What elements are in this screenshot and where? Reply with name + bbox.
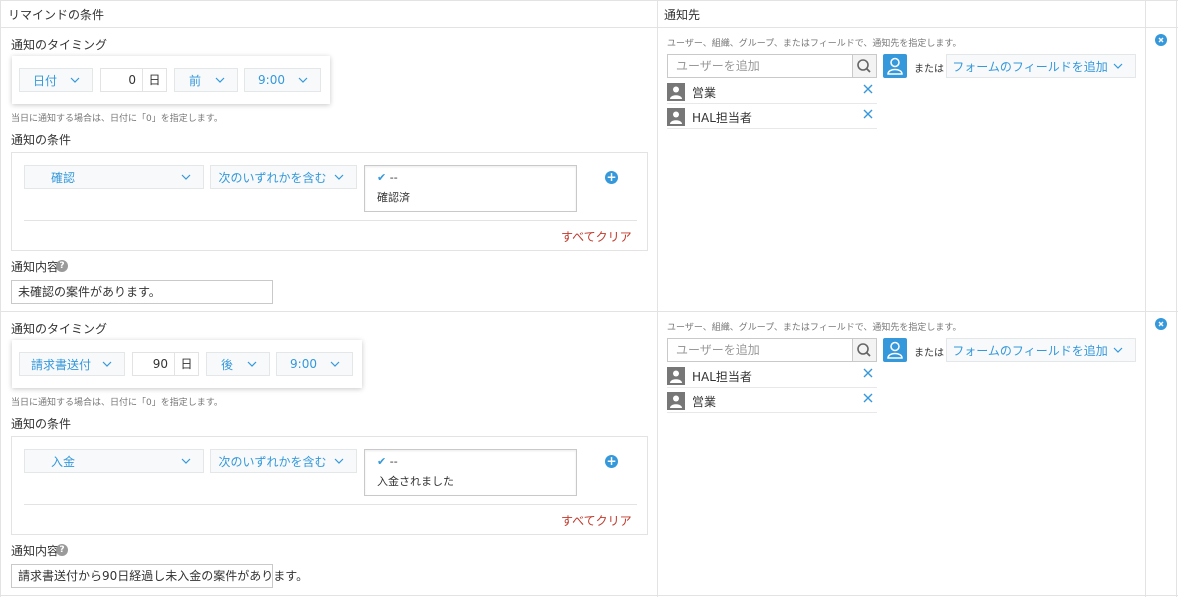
days-unit: 日	[174, 353, 198, 375]
condition-field-select[interactable]: 確認	[24, 165, 204, 189]
condition-operator-select[interactable]: 次のいずれかを含む	[210, 449, 357, 473]
timing-hint: 当日に通知する場合は、日付に「0」を指定します。	[11, 114, 223, 124]
close-icon[interactable]	[863, 393, 873, 403]
clear-all-link[interactable]: すべてクリア	[561, 512, 632, 529]
condition-label: 通知の条件	[11, 133, 72, 147]
chevron-down-icon	[102, 361, 112, 367]
recipient-item: HAL担当者	[667, 364, 877, 388]
condition-field-select[interactable]: 入金	[24, 449, 204, 473]
date-field-select[interactable]: 請求書送付	[19, 352, 125, 376]
close-icon[interactable]	[863, 368, 873, 378]
recipient-name: 営業	[692, 395, 717, 409]
chevron-down-icon	[1113, 347, 1123, 353]
reminder-row-2: 通知のタイミング 請求書送付 90 日 後 9:00 当日に通知する場合は、日付…	[0, 312, 1178, 595]
date-field-select[interactable]: 日付	[19, 68, 93, 92]
user-avatar-icon	[670, 111, 682, 124]
condition-option[interactable]: ✔ --	[377, 171, 398, 184]
relation-select[interactable]: 前	[174, 68, 238, 92]
message-input[interactable]: 請求書送付から90日経過し未入金の案件があります。	[11, 564, 308, 588]
days-input[interactable]: 0 日	[100, 68, 167, 92]
chevron-down-icon	[1113, 63, 1123, 69]
user-avatar-icon	[670, 395, 682, 408]
relation-select[interactable]: 後	[206, 352, 270, 376]
delete-circle-icon	[1158, 321, 1164, 327]
chevron-down-icon	[334, 458, 344, 464]
recipients-column-header: 通知先	[664, 8, 701, 22]
condition-label: 通知の条件	[11, 417, 72, 431]
chevron-down-icon	[247, 361, 257, 367]
timing-box: 請求書送付 90 日 後 9:00	[12, 340, 362, 388]
chevron-down-icon	[215, 77, 225, 83]
recipient-item: 営業	[667, 389, 877, 413]
user-search-input[interactable]: ユーザーを追加	[667, 54, 853, 78]
condition-values-list[interactable]: ✔ -- 入金されました	[364, 449, 577, 496]
chevron-down-icon	[70, 77, 80, 83]
user-avatar-icon	[670, 86, 682, 99]
user-avatar-icon	[670, 370, 682, 383]
check-icon: ✔	[377, 171, 387, 184]
condition-operator-select[interactable]: 次のいずれかを含む	[210, 165, 357, 189]
user-icon	[887, 57, 903, 75]
delete-row-button[interactable]	[1155, 318, 1167, 330]
search-icon	[857, 59, 871, 73]
condition-box: 入金 次のいずれかを含む ✔ -- 入金されました + すべてクリア	[11, 436, 648, 535]
search-button[interactable]	[853, 54, 877, 78]
recipients-hint: ユーザー、組織、グループ、またはフィールドで、通知先を指定します。	[667, 39, 962, 49]
conditions-column-header: リマインドの条件	[8, 8, 105, 22]
days-unit: 日	[142, 69, 166, 91]
search-button[interactable]	[853, 338, 877, 362]
timing-hint: 当日に通知する場合は、日付に「0」を指定します。	[11, 398, 223, 408]
chevron-down-icon	[181, 458, 191, 464]
or-text: または	[914, 348, 944, 359]
user-icon	[887, 341, 903, 359]
or-text: または	[914, 64, 944, 75]
clear-all-link[interactable]: すべてクリア	[561, 228, 632, 245]
add-condition-button[interactable]: +	[605, 455, 618, 468]
timing-box: 日付 0 日 前 9:00	[12, 56, 330, 104]
recipient-name: HAL担当者	[692, 370, 752, 384]
avatar	[667, 83, 685, 101]
user-picker-button[interactable]	[883, 54, 907, 78]
condition-option[interactable]: ✔ --	[377, 455, 398, 468]
time-select[interactable]: 9:00	[276, 352, 353, 376]
recipients-hint: ユーザー、組織、グループ、またはフィールドで、通知先を指定します。	[667, 323, 962, 333]
recipient-item: HAL担当者	[667, 105, 877, 129]
form-field-select[interactable]: フォームのフィールドを追加	[946, 338, 1136, 362]
timing-label: 通知のタイミング	[11, 38, 108, 52]
avatar	[667, 367, 685, 385]
timing-label: 通知のタイミング	[11, 322, 108, 336]
condition-values-list[interactable]: ✔ -- 確認済	[364, 165, 577, 212]
chevron-down-icon	[298, 77, 308, 83]
help-icon[interactable]: ?	[56, 544, 68, 556]
condition-box: 確認 次のいずれかを含む ✔ -- 確認済 + すべてクリア	[11, 152, 648, 251]
chevron-down-icon	[181, 174, 191, 180]
delete-row-button[interactable]	[1155, 34, 1167, 46]
form-field-select[interactable]: フォームのフィールドを追加	[946, 54, 1136, 78]
delete-circle-icon	[1158, 37, 1164, 43]
message-input[interactable]: 未確認の案件があります。	[11, 280, 273, 304]
chevron-down-icon	[330, 361, 340, 367]
days-input[interactable]: 90 日	[132, 352, 199, 376]
recipient-name: HAL担当者	[692, 111, 752, 125]
chevron-down-icon	[334, 174, 344, 180]
time-select[interactable]: 9:00	[244, 68, 321, 92]
recipient-name: 営業	[692, 86, 717, 100]
message-label: 通知内容	[11, 260, 60, 274]
search-icon	[857, 343, 871, 357]
check-icon: ✔	[377, 455, 387, 468]
message-label: 通知内容	[11, 544, 60, 558]
condition-option[interactable]: 入金されました	[377, 473, 454, 489]
close-icon[interactable]	[863, 109, 873, 119]
recipient-item: 営業	[667, 80, 877, 104]
user-search-input[interactable]: ユーザーを追加	[667, 338, 853, 362]
reminder-row-1: 通知のタイミング 日付 0 日 前 9:00 当日に通知する場合は、日付に「0」…	[0, 28, 1178, 311]
reminder-table: リマインドの条件 通知先 通知のタイミング 日付 0 日 前 9:00 当日に通…	[0, 0, 1178, 597]
avatar	[667, 392, 685, 410]
close-icon[interactable]	[863, 84, 873, 94]
add-condition-button[interactable]: +	[605, 171, 618, 184]
user-picker-button[interactable]	[883, 338, 907, 362]
condition-option[interactable]: 確認済	[377, 189, 410, 205]
avatar	[667, 108, 685, 126]
help-icon[interactable]: ?	[56, 260, 68, 272]
